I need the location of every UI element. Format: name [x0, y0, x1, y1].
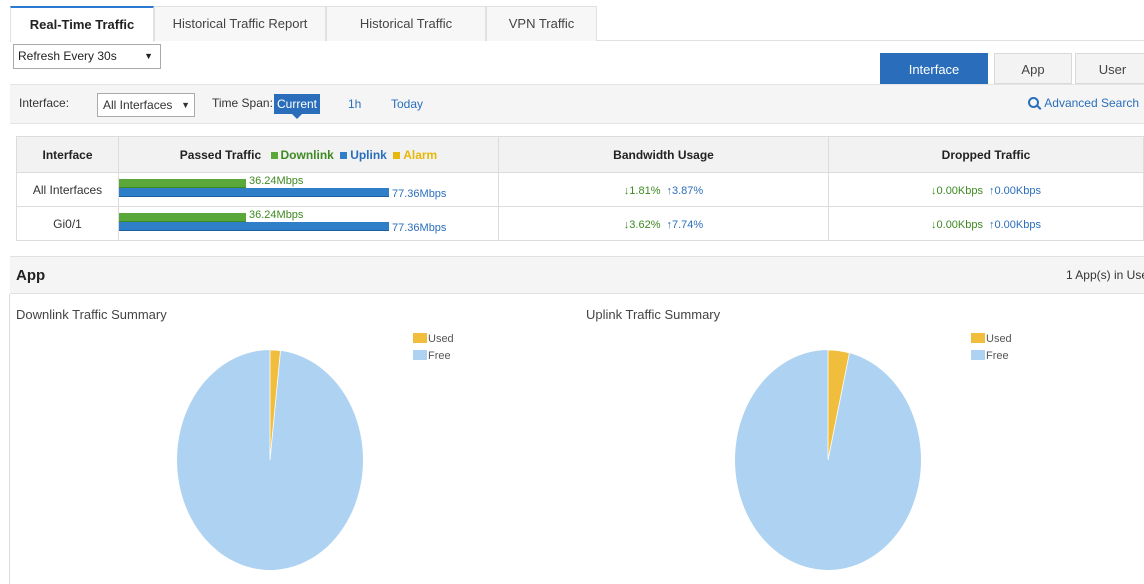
alarm-swatch — [393, 151, 401, 159]
refresh-interval-select[interactable]: Refresh Every 30s ▼ — [13, 44, 161, 69]
drop-up-value: ↑0.00Kbps — [989, 184, 1041, 197]
free-swatch — [413, 350, 427, 360]
traffic-table: Interface Passed Traffic Downlink Uplink… — [16, 136, 1144, 241]
legend-downlink: Downlink — [280, 147, 334, 162]
usage-up-value: ↑3.87% — [666, 184, 704, 197]
downlink-bar — [119, 213, 246, 222]
passed-traffic-title: Passed Traffic — [179, 147, 262, 162]
usage-down-value: ↓1.81% — [623, 184, 661, 197]
row-interface-name: Gi0/1 — [16, 206, 119, 241]
uplink-value: 77.36Mbps — [392, 188, 447, 200]
legend-used-label: Used — [428, 333, 454, 345]
col-dropped-traffic: Dropped Traffic — [828, 136, 1144, 173]
tab-bar: Real-Time Traffic Historical Traffic Rep… — [10, 6, 1144, 43]
dropped-traffic-cell: ↓0.00Kbps ↑0.00Kbps — [828, 206, 1144, 241]
legend-uplink: Uplink — [350, 147, 387, 162]
free-swatch — [971, 350, 985, 360]
col-passed-traffic: Passed Traffic Downlink Uplink Alarm — [118, 136, 499, 173]
dropped-traffic-cell: ↓0.00Kbps ↑0.00Kbps — [828, 172, 1144, 207]
legend-item-free: Free — [971, 348, 1012, 365]
bandwidth-usage-cell: ↓3.62% ↑7.74% — [498, 206, 829, 241]
time-span-current[interactable]: Current — [274, 94, 321, 119]
drop-down-value: ↓0.00Kbps — [931, 184, 983, 197]
downlink-value: 36.24Mbps — [249, 175, 304, 187]
usage-down-value: ↓3.62% — [623, 218, 661, 231]
app-section-header: App 1 App(s) in Use — [10, 256, 1144, 294]
bandwidth-usage-cell: ↓1.81% ↑3.87% — [498, 172, 829, 207]
interface-select[interactable]: All Interfaces ▼ — [97, 93, 195, 117]
filter-bar: Interface: All Interfaces ▼ Time Span: C… — [10, 84, 1144, 124]
time-span-label: Time Span: — [212, 96, 273, 110]
app-section-title: App — [16, 267, 46, 284]
view-app-button[interactable]: App — [994, 53, 1072, 84]
view-interface-button[interactable]: Interface — [880, 53, 988, 84]
legend-free-label: Free — [428, 350, 451, 362]
uplink-bar — [119, 222, 389, 231]
refresh-interval-value: Refresh Every 30s — [18, 49, 117, 63]
interface-select-value: All Interfaces — [103, 98, 173, 112]
downlink-chart-title: Downlink Traffic Summary — [16, 307, 167, 322]
time-span-1h[interactable]: 1h — [345, 94, 364, 114]
legend-alarm: Alarm — [403, 147, 438, 162]
advanced-search-link[interactable]: Advanced Search — [1028, 96, 1139, 110]
col-interface: Interface — [16, 136, 119, 173]
legend-item-used: Used — [413, 331, 454, 348]
downlink-value: 36.24Mbps — [249, 209, 304, 221]
used-swatch — [971, 333, 985, 343]
view-user-button[interactable]: User — [1075, 53, 1144, 84]
uplink-pie-chart — [735, 349, 921, 570]
search-icon — [1028, 97, 1040, 108]
legend-free-label: Free — [986, 350, 1009, 362]
legend-used-label: Used — [986, 333, 1012, 345]
tab-real-time-traffic[interactable]: Real-Time Traffic — [10, 6, 154, 43]
table-row: All Interfaces 36.24Mbps 77.36Mbps ↓1.81… — [16, 172, 1144, 207]
table-row: Gi0/1 36.24Mbps 77.36Mbps ↓3.62% ↑7.74% ↓… — [16, 206, 1144, 241]
passed-traffic-cell: 36.24Mbps 77.36Mbps — [118, 206, 499, 241]
legend-item-used: Used — [971, 331, 1012, 348]
downlink-swatch — [270, 151, 278, 159]
table-header-row: Interface Passed Traffic Downlink Uplink… — [16, 136, 1144, 173]
downlink-bar — [119, 179, 246, 188]
advanced-search-label: Advanced Search — [1044, 96, 1139, 110]
drop-up-value: ↑0.00Kbps — [989, 218, 1041, 231]
uplink-bar — [119, 188, 389, 197]
interface-filter-label: Interface: — [19, 96, 70, 110]
downlink-chart-legend: Used Free — [413, 331, 454, 365]
uplink-chart-title: Uplink Traffic Summary — [586, 307, 721, 322]
drop-down-value: ↓0.00Kbps — [931, 218, 983, 231]
tab-historical-traffic-report[interactable]: Historical Traffic Report — [154, 6, 326, 41]
chevron-down-icon: ▼ — [181, 100, 190, 110]
used-swatch — [413, 333, 427, 343]
app-count-label: 1 App(s) in Use — [1065, 268, 1144, 282]
uplink-value: 77.36Mbps — [392, 222, 447, 234]
col-bandwidth-usage: Bandwidth Usage — [498, 136, 829, 173]
passed-traffic-cell: 36.24Mbps 77.36Mbps — [118, 172, 499, 207]
chevron-down-icon: ▼ — [144, 51, 153, 61]
time-span-today[interactable]: Today — [388, 94, 426, 114]
uplink-swatch — [340, 151, 348, 159]
legend-item-free: Free — [413, 348, 454, 365]
tab-vpn-traffic[interactable]: VPN Traffic — [486, 6, 597, 41]
row-interface-name: All Interfaces — [16, 172, 119, 207]
tab-historical-traffic[interactable]: Historical Traffic — [326, 6, 486, 41]
usage-up-value: ↑7.74% — [666, 218, 704, 231]
downlink-pie-chart — [177, 349, 363, 570]
section-divider — [9, 294, 10, 584]
uplink-chart-legend: Used Free — [971, 331, 1012, 365]
